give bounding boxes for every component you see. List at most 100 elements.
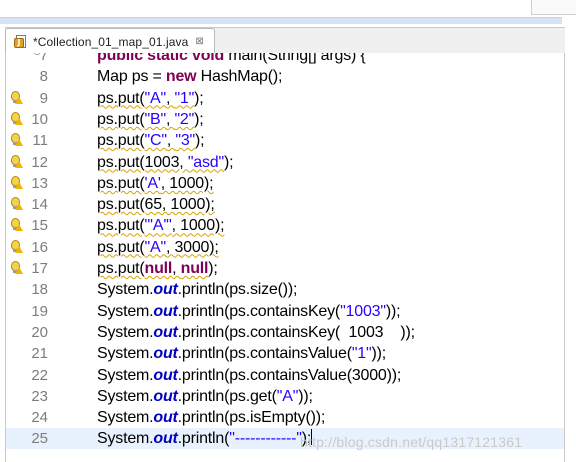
- code-token: 'A': [144, 174, 161, 192]
- code-token: "3": [175, 132, 196, 150]
- window-corner-control[interactable]: [531, 0, 576, 15]
- code-token: "C": [144, 132, 168, 150]
- code-text[interactable]: System.out.println(ps.size());: [97, 279, 297, 300]
- line-number: 11: [32, 132, 48, 150]
- line-number: 14: [31, 196, 48, 214]
- close-tab-icon[interactable]: ⊠: [195, 36, 203, 47]
- code-text[interactable]: System.out.println("------------");: [97, 428, 313, 449]
- code-text[interactable]: System.out.println(ps.containsKey("1003"…: [97, 301, 401, 322]
- window-top-strip: [0, 0, 576, 26]
- code-line[interactable]: 17 ps.put(null, null);: [6, 258, 564, 279]
- code-line[interactable]: 19 System.out.println(ps.containsKey("100…: [6, 301, 564, 322]
- warning-marker-icon[interactable]: [9, 111, 23, 126]
- line-number: 18: [31, 281, 48, 299]
- code-line[interactable]: 15 ps.put("'A'", 1000);: [6, 215, 564, 236]
- java-file-icon: J: [14, 34, 28, 49]
- code-token: ps.put(65, 1000);: [97, 196, 215, 214]
- code-text[interactable]: ps.put(1003, "asd");: [97, 152, 234, 173]
- code-line[interactable]: 18 System.out.println(ps.size());: [6, 279, 564, 300]
- code-line[interactable]: 21 System.out.println(ps.containsValue("1…: [6, 343, 564, 364]
- code-token: out: [153, 366, 178, 384]
- code-line[interactable]: 20 System.out.println(ps.containsKey( 100…: [6, 322, 564, 343]
- warning-marker-icon[interactable]: [9, 197, 23, 211]
- code-token: ps.put(: [97, 110, 145, 128]
- code-text[interactable]: ps.put("A", 3000);: [97, 237, 219, 258]
- code-text[interactable]: ps.put("A", "1");: [97, 88, 204, 109]
- code-line[interactable]: 16 ps.put("A", 3000);: [6, 237, 564, 258]
- warning-marker-icon[interactable]: [9, 218, 23, 232]
- code-token: );: [194, 110, 204, 128]
- code-token: ps.put(: [97, 174, 145, 192]
- code-line[interactable]: 11 ps.put("C", "3");: [6, 130, 564, 151]
- line-number: 10: [31, 110, 48, 128]
- code-text[interactable]: System.out.println(ps.containsValue("1")…: [97, 343, 386, 364]
- code-text[interactable]: ps.put('A', 1000);: [97, 173, 214, 194]
- editor-tab-collection-01-map-01[interactable]: J *Collection_01_map_01.java ⊠: [5, 28, 215, 54]
- code-token: null: [144, 260, 173, 277]
- code-token: ));: [298, 387, 313, 405]
- code-token: main(String[] args) {: [228, 53, 366, 64]
- code-token: "1": [174, 89, 195, 107]
- code-line[interactable]: 22 System.out.println(ps.containsValue(30…: [6, 365, 564, 386]
- code-text[interactable]: ps.put("B", "2");: [97, 109, 204, 130]
- code-token: Map ps =: [97, 68, 166, 86]
- line-number: 13: [31, 174, 48, 192]
- code-text[interactable]: ps.put(null, null);: [97, 258, 218, 279]
- code-text[interactable]: public static void main(String[] args) {: [97, 53, 366, 66]
- warning-marker-icon[interactable]: [9, 175, 23, 190]
- warning-marker-icon[interactable]: [9, 154, 23, 169]
- code-token: , 3000);: [165, 238, 219, 256]
- code-text[interactable]: System.out.println(ps.get("A"));: [97, 386, 313, 407]
- code-line[interactable]: 8 Map ps = new HashMap();: [6, 66, 564, 87]
- code-token: "B": [144, 110, 167, 128]
- code-token: .println(ps.get(: [177, 387, 277, 405]
- code-token: .println(ps.size());: [177, 281, 298, 299]
- code-token: System.: [97, 387, 154, 405]
- code-token: public static void: [97, 53, 229, 64]
- code-token: "------------": [229, 430, 302, 448]
- code-line[interactable]: 13 ps.put('A', 1000);: [6, 173, 564, 194]
- java-editor[interactable]: ⊖7public static void main(String[] args)…: [5, 53, 565, 462]
- line-number: 16: [31, 238, 48, 256]
- code-token: out: [153, 281, 178, 299]
- code-token: null: [180, 260, 209, 277]
- warning-marker-icon[interactable]: [9, 239, 23, 254]
- code-token: System.: [97, 281, 154, 299]
- code-text[interactable]: System.out.println(ps.containsKey( 1003 …: [97, 322, 415, 343]
- warning-marker-icon[interactable]: [9, 90, 23, 105]
- code-line[interactable]: 10 ps.put("B", "2");: [6, 109, 564, 130]
- code-token: , 1000);: [171, 217, 225, 235]
- code-line[interactable]: 9 ps.put("A", "1");: [6, 88, 564, 109]
- code-token: ps.put(: [97, 217, 145, 235]
- code-line[interactable]: 23 System.out.println(ps.get("A"));: [6, 386, 564, 407]
- code-token: "'A'": [144, 217, 172, 235]
- code-token: ps.put(: [97, 132, 145, 150]
- code-text[interactable]: ps.put(65, 1000);: [97, 194, 215, 215]
- code-line[interactable]: 24 System.out.println(ps.isEmpty());: [6, 407, 564, 428]
- code-line[interactable]: ⊖7public static void main(String[] args)…: [6, 53, 564, 66]
- code-token: .println(ps.containsValue(3000));: [177, 366, 402, 384]
- editor-tab-bar: J *Collection_01_map_01.java ⊠: [5, 27, 565, 54]
- code-token: out: [153, 302, 178, 320]
- warning-marker-icon[interactable]: [9, 261, 23, 275]
- code-text[interactable]: ps.put("C", "3");: [97, 130, 205, 151]
- code-line[interactable]: 14 ps.put(65, 1000);: [6, 194, 564, 215]
- code-token: new: [165, 68, 197, 86]
- code-token: );: [194, 89, 204, 107]
- code-token: out: [153, 387, 178, 405]
- code-token: out: [153, 323, 178, 341]
- warning-marker-icon[interactable]: [9, 133, 23, 147]
- code-token: ps.put(1003,: [97, 153, 188, 171]
- line-number: 24: [31, 409, 48, 427]
- code-line[interactable]: 12 ps.put(1003, "asd");: [6, 152, 564, 173]
- code-area[interactable]: ⊖7public static void main(String[] args)…: [6, 53, 564, 462]
- code-text[interactable]: System.out.println(ps.containsValue(3000…: [97, 365, 401, 386]
- code-text[interactable]: ps.put("'A'", 1000);: [97, 215, 225, 236]
- code-token: );: [223, 153, 234, 171]
- code-text[interactable]: System.out.println(ps.isEmpty());: [97, 407, 325, 428]
- code-token: System.: [97, 409, 154, 427]
- code-token: "1003": [340, 302, 386, 320]
- code-text[interactable]: Map ps = new HashMap();: [97, 66, 282, 87]
- toolbar-edge: [0, 17, 562, 24]
- code-token: );: [208, 260, 218, 277]
